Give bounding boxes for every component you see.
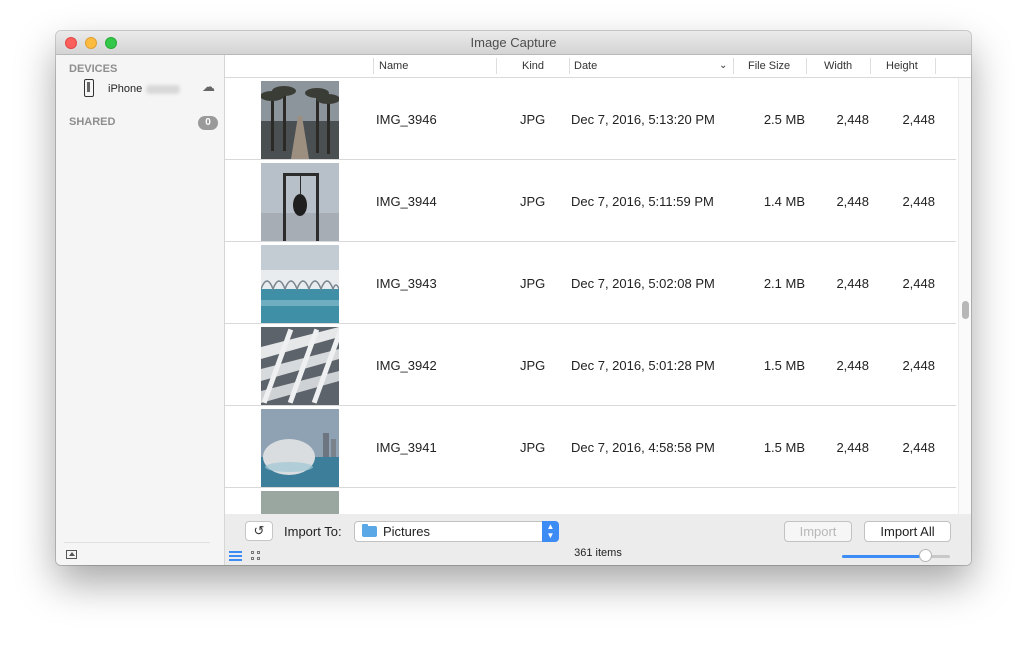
sidebar-toggle-icon[interactable]	[66, 550, 77, 559]
file-width: 2,448	[836, 194, 869, 209]
file-table: IMG_3946 JPG Dec 7, 2016, 5:13:20 PM 2.5…	[225, 78, 956, 524]
photo-thumbnail-white-arches	[261, 245, 339, 323]
table-row[interactable]: IMG_3944 JPG Dec 7, 2016, 5:11:59 PM 1.4…	[225, 160, 956, 242]
file-date: Dec 7, 2016, 5:11:59 PM	[571, 194, 714, 209]
file-date: Dec 7, 2016, 5:01:28 PM	[571, 358, 715, 373]
column-height[interactable]: Height	[886, 60, 918, 72]
import-all-button[interactable]: Import All	[864, 521, 951, 542]
file-width: 2,448	[836, 276, 869, 291]
table-row[interactable]: IMG_3942 JPG Dec 7, 2016, 5:01:28 PM 1.5…	[225, 324, 956, 406]
column-header: Name Kind Date ⌄ File Size Width Height	[225, 55, 971, 78]
file-size: 1.5 MB	[763, 440, 805, 455]
file-name: IMG_3941	[376, 440, 437, 455]
redacted-device-name	[146, 85, 180, 94]
file-height: 2,448	[902, 194, 935, 209]
column-separator	[870, 58, 871, 74]
column-name[interactable]: Name	[379, 60, 408, 72]
file-size: 2.1 MB	[763, 276, 805, 291]
file-kind: JPG	[520, 112, 546, 127]
table-row[interactable]: IMG_3943 JPG Dec 7, 2016, 5:02:08 PM 2.1…	[225, 242, 956, 324]
device-label: iPhone	[108, 83, 143, 95]
import-to-label: Import To:	[284, 524, 342, 539]
vertical-scrollbar[interactable]	[958, 78, 971, 524]
phone-icon	[84, 79, 94, 97]
column-separator	[806, 58, 807, 74]
shared-count-badge: 0	[198, 116, 218, 130]
column-date[interactable]: Date	[574, 60, 597, 72]
file-kind: JPG	[520, 440, 546, 455]
sidebar-divider	[64, 542, 210, 543]
file-name: IMG_3943	[376, 276, 437, 291]
column-width[interactable]: Width	[824, 60, 852, 72]
column-separator	[935, 58, 936, 74]
sidebar-item-iphone[interactable]: iPhone	[80, 79, 220, 101]
file-width: 2,448	[836, 112, 869, 127]
file-height: 2,448	[902, 112, 935, 127]
file-name: IMG_3942	[376, 358, 437, 373]
photo-thumbnail-palm-trees	[261, 81, 339, 159]
photo-thumbnail-hanging-sculpture	[261, 163, 339, 241]
file-date: Dec 7, 2016, 4:58:58 PM	[571, 440, 715, 455]
file-width: 2,448	[836, 440, 869, 455]
file-name: IMG_3946	[376, 112, 437, 127]
file-size: 2.5 MB	[763, 112, 805, 127]
file-height: 2,448	[902, 440, 935, 455]
column-separator	[373, 58, 374, 74]
column-kind[interactable]: Kind	[522, 60, 544, 72]
column-separator	[733, 58, 734, 74]
file-name: IMG_3944	[376, 194, 437, 209]
bottom-bar: ↺ Import To: Pictures ▲ ▼ Import Import A…	[225, 514, 971, 565]
file-size: 1.4 MB	[763, 194, 805, 209]
import-destination-popup[interactable]: Pictures ▲ ▼	[354, 521, 559, 542]
window-title: Image Capture	[470, 35, 557, 50]
file-kind: JPG	[520, 276, 546, 291]
file-date: Dec 7, 2016, 5:02:08 PM	[571, 276, 715, 291]
table-row[interactable]: IMG_3941 JPG Dec 7, 2016, 4:58:58 PM 1.5…	[225, 406, 956, 488]
table-row[interactable]: IMG_3946 JPG Dec 7, 2016, 5:13:20 PM 2.5…	[225, 78, 956, 160]
sidebar: DEVICES iPhone ☁ SHARED 0	[56, 55, 225, 565]
photo-thumbnail-white-lattice	[261, 327, 339, 405]
file-width: 2,448	[836, 358, 869, 373]
import-button[interactable]: Import	[784, 521, 852, 542]
image-capture-window: Image Capture DEVICES iPhone ☁ SHARED 0 …	[56, 31, 971, 565]
sort-chevron-icon: ⌄	[719, 60, 728, 71]
cloud-icon[interactable]: ☁	[202, 79, 215, 95]
file-kind: JPG	[520, 194, 546, 209]
file-height: 2,448	[902, 276, 935, 291]
shared-header: SHARED	[69, 116, 116, 128]
destination-label: Pictures	[383, 524, 430, 539]
devices-header: DEVICES	[69, 63, 118, 75]
column-separator	[569, 58, 570, 74]
thumbnail-size-slider[interactable]	[842, 549, 950, 562]
file-list-area: Name Kind Date ⌄ File Size Width Height	[225, 55, 971, 565]
file-height: 2,448	[902, 358, 935, 373]
column-separator	[496, 58, 497, 74]
title-bar[interactable]: Image Capture	[56, 31, 971, 55]
rotate-button[interactable]: ↺	[245, 521, 273, 541]
file-size: 1.5 MB	[763, 358, 805, 373]
popup-arrows-icon: ▲ ▼	[542, 521, 559, 542]
column-file-size[interactable]: File Size	[748, 60, 790, 72]
slider-knob[interactable]	[919, 549, 933, 562]
slider-fill	[842, 555, 926, 558]
vertical-scroll-thumb[interactable]	[962, 301, 969, 319]
file-kind: JPG	[520, 358, 546, 373]
photo-thumbnail-dome-building	[261, 409, 339, 487]
file-date: Dec 7, 2016, 5:13:20 PM	[571, 112, 715, 127]
folder-icon	[362, 524, 377, 537]
rotate-icon: ↺	[253, 523, 265, 538]
